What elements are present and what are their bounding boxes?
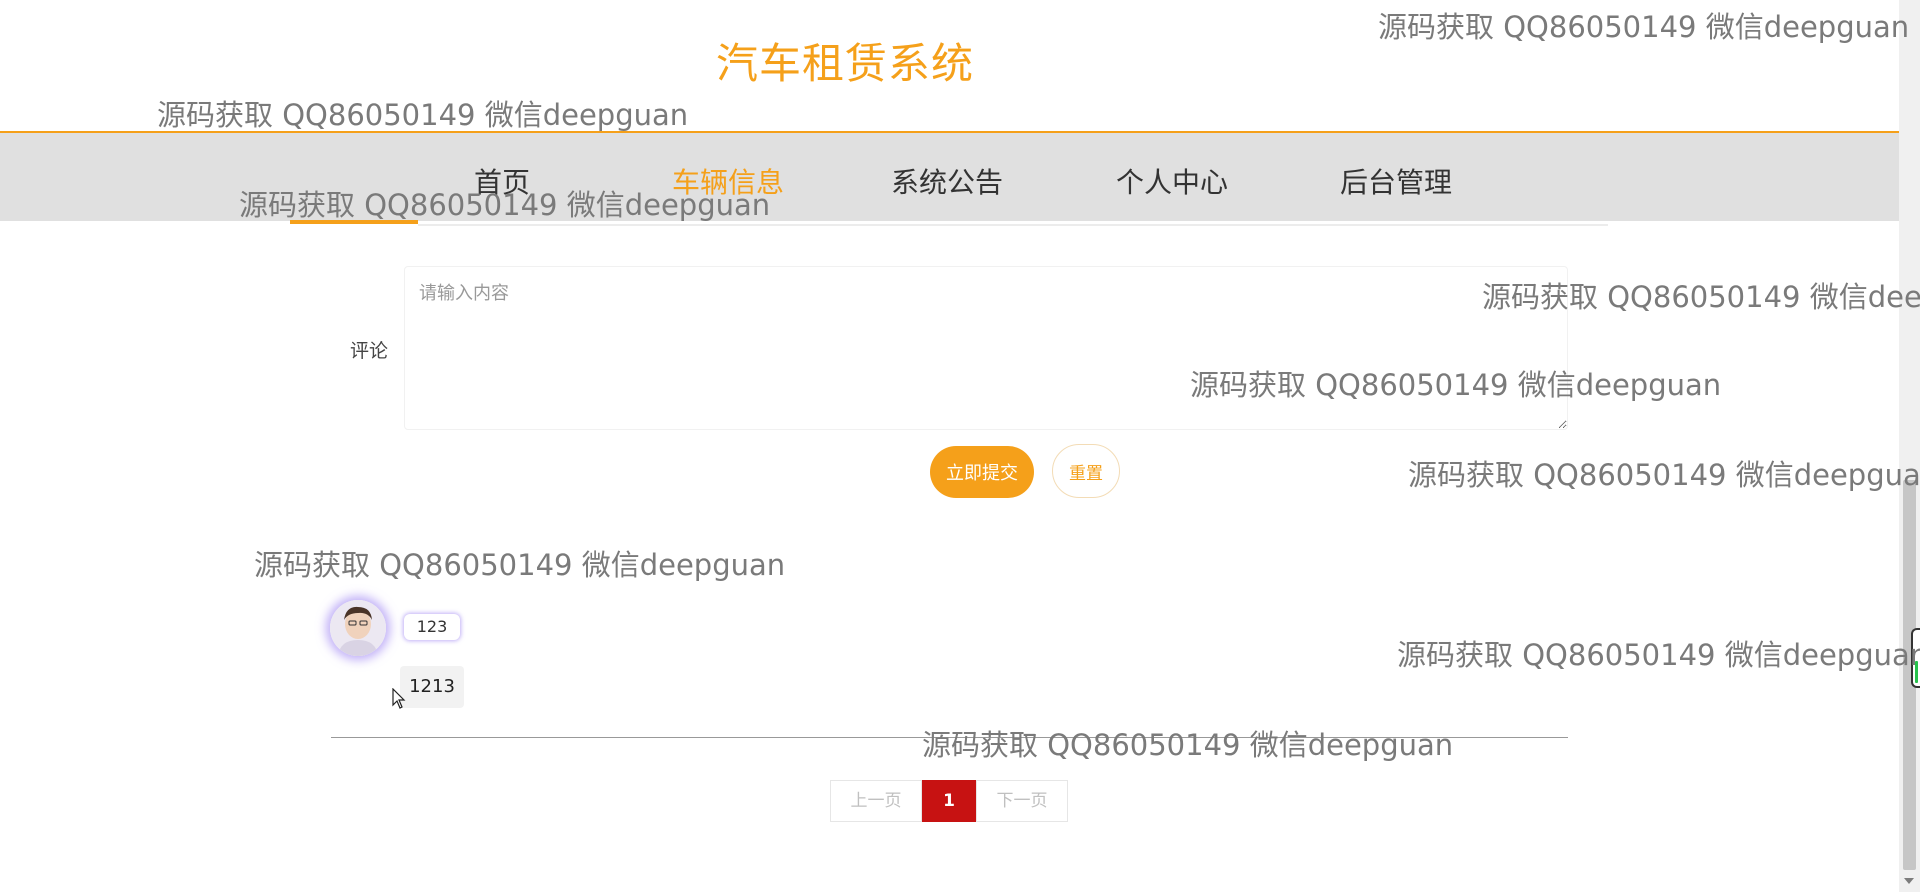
comment-textarea[interactable] xyxy=(404,266,1568,430)
next-page-button[interactable]: 下一页 xyxy=(976,780,1068,822)
reset-button[interactable]: 重置 xyxy=(1052,444,1120,498)
nav-item-announcements[interactable]: 系统公告 xyxy=(891,161,1003,201)
nav-item-personal-center[interactable]: 个人中心 xyxy=(1116,161,1228,201)
watermark-text: 源码获取 QQ86050149 微信deepguan xyxy=(157,98,689,132)
comment-username: 123 xyxy=(404,614,460,640)
scroll-down-arrow-icon[interactable] xyxy=(1904,878,1914,884)
main-navbar: 首页 车辆信息 系统公告 个人中心 后台管理 xyxy=(0,133,1899,221)
side-float-widget[interactable] xyxy=(1911,628,1920,688)
mouse-cursor-icon xyxy=(392,688,406,709)
user-avatar-photo xyxy=(330,600,386,656)
comments-divider xyxy=(331,737,1568,738)
watermark-text: 源码获取 QQ86050149 微信deepguan xyxy=(1408,458,1920,492)
watermark-text: 源码获取 QQ86050149 微信deepguan xyxy=(922,728,1454,762)
side-widget-indicator xyxy=(1915,661,1918,683)
nav-item-home[interactable]: 首页 xyxy=(474,161,530,201)
watermark-text: 源码获取 QQ86050149 微信deepguan xyxy=(1397,638,1920,672)
nav-item-admin[interactable]: 后台管理 xyxy=(1340,161,1452,201)
submit-button[interactable]: 立即提交 xyxy=(930,446,1034,498)
prev-page-button[interactable]: 上一页 xyxy=(830,780,922,822)
user-avatar xyxy=(330,600,386,656)
active-nav-indicator xyxy=(290,220,418,224)
comment-content: 1213 xyxy=(400,666,464,708)
comment-label: 评论 xyxy=(349,340,388,362)
site-title: 汽车租赁系统 xyxy=(715,39,974,88)
nav-item-vehicle-info[interactable]: 车辆信息 xyxy=(672,161,784,201)
watermark-text: 源码获取 QQ86050149 微信deepguan xyxy=(254,548,786,582)
vertical-scrollbar[interactable] xyxy=(1899,0,1920,892)
content-top-line xyxy=(418,224,1608,226)
current-page-button[interactable]: 1 xyxy=(922,780,976,822)
